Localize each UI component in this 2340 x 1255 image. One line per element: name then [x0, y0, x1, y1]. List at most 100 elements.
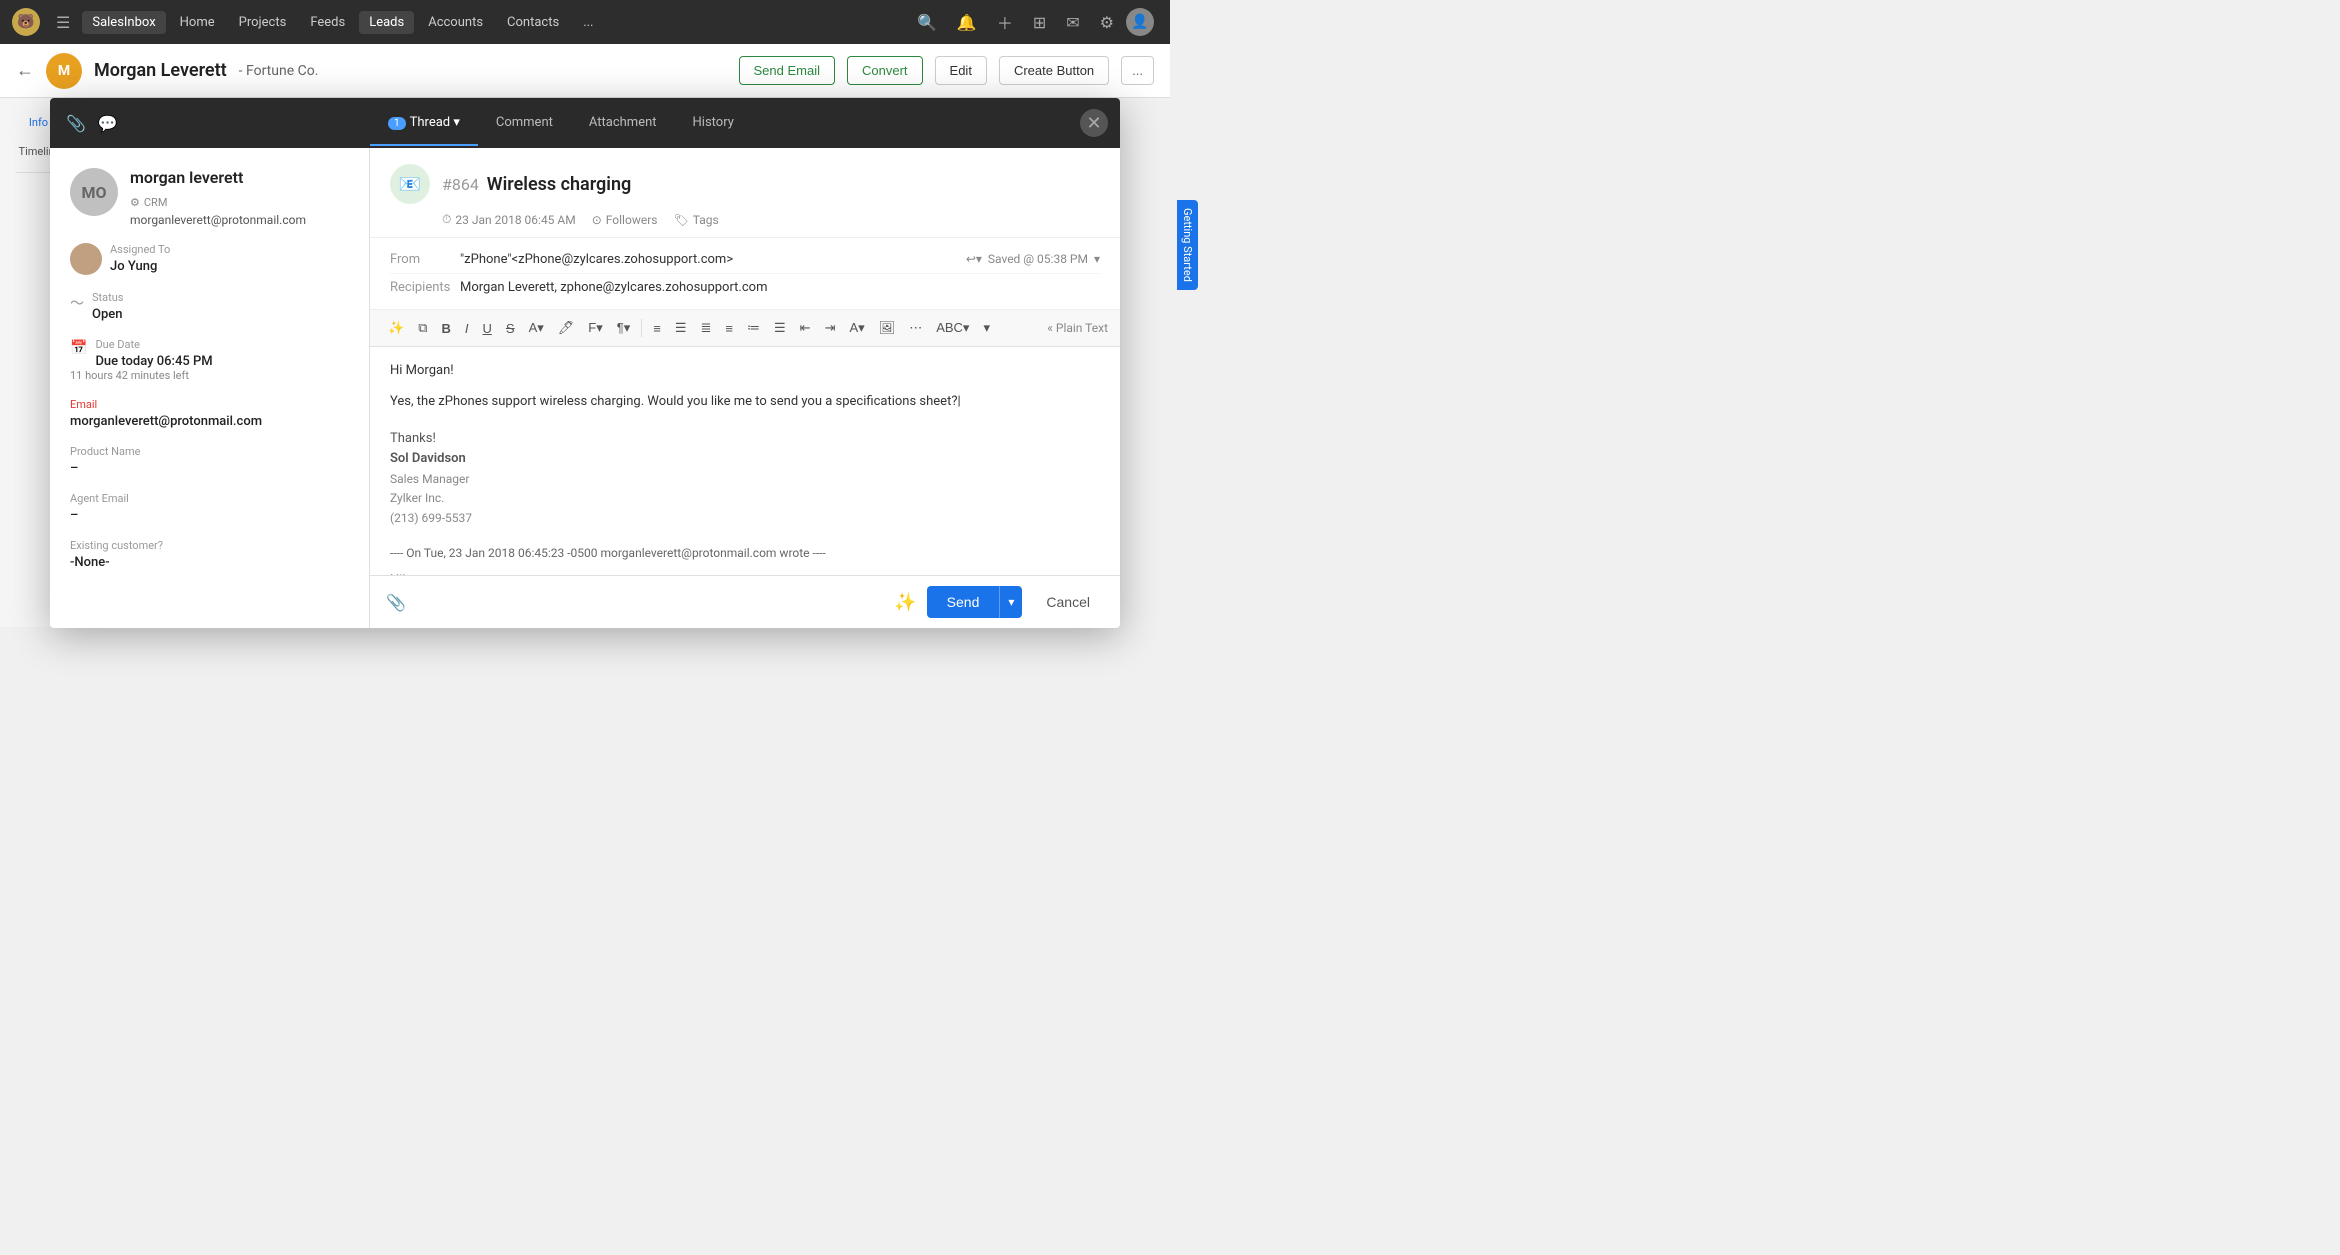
search-icon[interactable]: 🔍 [909, 13, 945, 32]
toolbar-underline[interactable]: U [477, 317, 498, 340]
hamburger-menu[interactable]: ☰ [48, 13, 78, 32]
notifications-icon[interactable]: 🔔 [949, 13, 985, 32]
send-button-group: Send ▾ [927, 586, 1023, 618]
email-id: #864 [442, 175, 479, 194]
followers-icon: ⊙ [592, 213, 602, 227]
toolbar-image[interactable]: 🖼 [873, 316, 902, 340]
nav-item-feeds[interactable]: Feeds [300, 11, 355, 34]
toolbar-divider-1 [641, 319, 642, 337]
contact-email-display: morganleverett@protonmail.com [130, 213, 349, 227]
toolbar-list-unordered[interactable]: ≔ [741, 316, 766, 340]
saved-status: Saved @ 05:38 PM [988, 252, 1088, 266]
followers-meta[interactable]: ⊙ Followers [592, 213, 658, 227]
nav-item-home[interactable]: Home [170, 11, 225, 34]
nav-item-more[interactable]: ... [573, 11, 603, 34]
toolbar-highlight[interactable]: A▾ [523, 316, 550, 340]
toolbar-indent-out[interactable]: ⇤ [794, 316, 817, 340]
toolbar-font[interactable]: F▾ [582, 316, 608, 340]
toolbar-spell[interactable]: ABC▾ [930, 316, 975, 340]
expand-icon[interactable]: ▾ [1094, 252, 1100, 266]
edit-button[interactable]: Edit [935, 56, 987, 85]
grid-icon[interactable]: ⊞ [1025, 13, 1054, 32]
modal-close-button[interactable]: ✕ [1080, 109, 1108, 137]
agent-email-field: Agent Email – [70, 492, 349, 523]
recipients-value: Morgan Leverett, zphone@zylcares.zohosup… [460, 280, 1100, 295]
toolbar-justify[interactable]: ≡ [719, 317, 739, 340]
due-date-sub: 11 hours 42 minutes left [70, 369, 349, 382]
quoted-separator: ---- On Tue, 23 Jan 2018 06:45:23 -0500 … [390, 544, 1100, 563]
existing-customer-value: -None- [70, 555, 349, 570]
user-avatar[interactable]: 👤 [1126, 8, 1154, 36]
contact-tag: ⚙ CRM [130, 196, 167, 209]
email-icon[interactable]: ✉ [1058, 13, 1087, 32]
due-date-label: Due Date [70, 338, 349, 351]
due-date-field: 📅 Due Date Due today 06:45 PM 11 hours 4… [70, 338, 349, 382]
send-dropdown-button[interactable]: ▾ [999, 586, 1022, 618]
product-name-field: Product Name – [70, 445, 349, 476]
nav-item-leads[interactable]: Leads [359, 11, 414, 34]
tags-meta[interactable]: 🏷 Tags [673, 213, 718, 227]
modal-tabs-left: 📎 💬 [50, 114, 370, 133]
contact-name: morgan leverett [130, 168, 349, 187]
create-button-button[interactable]: Create Button [999, 56, 1109, 85]
page-subtitle: - Fortune Co. [239, 63, 319, 79]
nav-item-projects[interactable]: Projects [229, 11, 297, 34]
toolbar-italic[interactable]: I [459, 317, 475, 340]
toolbar-strikethrough[interactable]: S [500, 317, 521, 340]
toolbar-bold[interactable]: B [435, 317, 456, 340]
settings-icon[interactable]: ⚙ [1092, 13, 1122, 32]
convert-button[interactable]: Convert [847, 56, 923, 85]
ai-button[interactable]: ✨ [894, 592, 916, 613]
email-date-meta: ⏱ 23 Jan 2018 06:45 AM [442, 212, 576, 227]
toolbar-align-left[interactable]: ≡ [647, 317, 667, 340]
email-body[interactable]: Hi Morgan! Yes, the zPhones support wire… [370, 347, 1120, 575]
toolbar-size[interactable]: ¶▾ [611, 316, 637, 340]
more-options-button[interactable]: ... [1121, 56, 1154, 85]
existing-customer-label: Existing customer? [70, 539, 349, 552]
email-greeting: Hi Morgan! [390, 361, 1100, 382]
modal-body: MO morgan leverett ⚙ CRM morganleverett@… [50, 148, 1120, 628]
email-header: 📧 #864 Wireless charging ⏱ 23 Jan 2018 0… [370, 148, 1120, 238]
toolbar-color[interactable]: 🖊 [552, 316, 581, 340]
email-toolbar: ✨ ⧉ B I U S A▾ 🖊 F▾ ¶▾ ≡ ☰ ≣ ≡ ≔ ☰ [370, 310, 1120, 347]
attach-tab-icon[interactable]: 📎 [66, 114, 86, 133]
tags-label: Tags [693, 213, 719, 227]
existing-customer-field: Existing customer? -None- [70, 539, 349, 570]
tab-thread[interactable]: 1Thread ▾ [370, 101, 478, 146]
add-icon[interactable]: ＋ [989, 10, 1021, 34]
toolbar-list-ordered[interactable]: ☰ [768, 316, 792, 340]
plain-text-toggle[interactable]: « Plain Text [1047, 321, 1108, 335]
chat-tab-icon[interactable]: 💬 [98, 114, 118, 133]
toolbar-indent-in[interactable]: ⇥ [819, 316, 842, 340]
attach-icon[interactable]: 📎 [386, 593, 406, 612]
back-button[interactable]: ← [16, 60, 34, 81]
tag-icon: 🏷 [673, 213, 688, 227]
send-button[interactable]: Send [927, 586, 1000, 618]
nav-item-accounts[interactable]: Accounts [418, 11, 493, 34]
toolbar-more[interactable]: ⋯ [903, 316, 928, 340]
toolbar-text-color[interactable]: A▾ [843, 316, 870, 340]
tab-history[interactable]: History [675, 101, 752, 146]
send-email-button[interactable]: Send Email [739, 56, 835, 85]
getting-started-tab[interactable]: Getting Started [1177, 200, 1198, 290]
app-logo[interactable]: 🐻 [12, 8, 40, 36]
due-date-value: Due today 06:45 PM [70, 354, 349, 369]
nav-item-contacts[interactable]: Contacts [497, 11, 569, 34]
reply-icon[interactable]: ↩▾ [966, 252, 982, 266]
toolbar-more2[interactable]: ▾ [977, 316, 996, 340]
from-label: From [390, 252, 460, 267]
cancel-button[interactable]: Cancel [1032, 586, 1104, 618]
email-subject: Wireless charging [487, 174, 631, 195]
nav-item-salesinbox[interactable]: SalesInbox [82, 11, 165, 34]
signature-name: Sol Davidson [390, 449, 1100, 470]
tab-comment[interactable]: Comment [478, 101, 571, 146]
toolbar-copy[interactable]: ⧉ [412, 316, 433, 340]
tab-attachment[interactable]: Attachment [571, 101, 675, 146]
signature-phone: (213) 699-5537 [390, 509, 1100, 528]
toolbar-magic[interactable]: ✨ [382, 316, 410, 340]
toolbar-align-right[interactable]: ≣ [695, 316, 718, 340]
toolbar-align-center[interactable]: ☰ [669, 316, 693, 340]
email-signature: Thanks! Sol Davidson Sales Manager Zylke… [390, 429, 1100, 528]
agent-avatar [70, 243, 102, 275]
modal-tabs-bar: 📎 💬 1Thread ▾ Comment Attachment History… [50, 98, 1120, 148]
